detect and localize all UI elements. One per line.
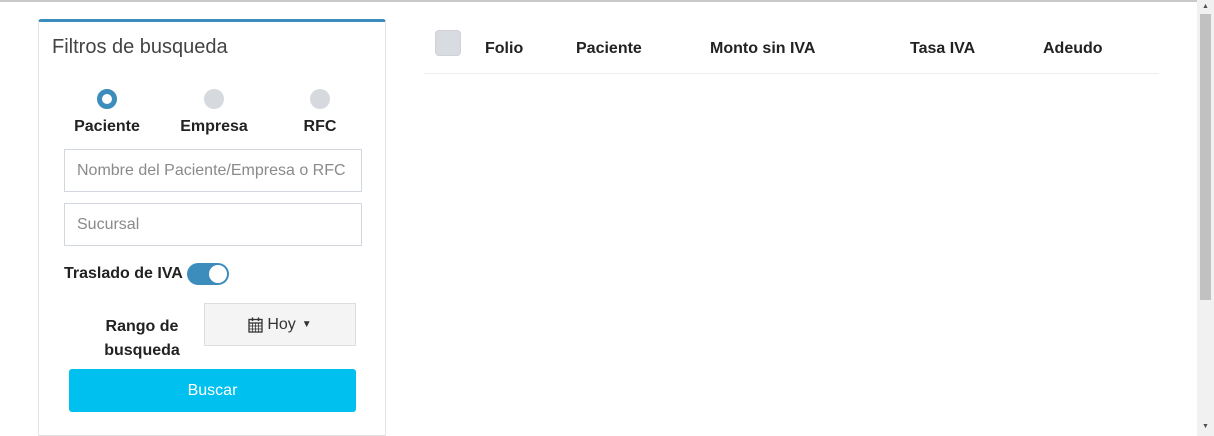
iva-transfer-label: Traslado de IVA xyxy=(64,265,183,282)
column-monto-sin-iva[interactable]: Monto sin IVA xyxy=(710,40,815,58)
range-label: Rango de busqueda xyxy=(104,318,180,359)
date-range-button[interactable]: Hoy ▼ xyxy=(204,303,356,346)
table-header: Folio Paciente Monto sin IVA Tasa IVA Ad… xyxy=(424,27,1159,74)
column-paciente[interactable]: Paciente xyxy=(576,40,642,58)
toggle-knob xyxy=(208,265,227,283)
filters-title: Filtros de busqueda xyxy=(52,36,228,58)
scroll-thumb[interactable] xyxy=(1200,14,1211,300)
filters-panel: Filtros de busqueda Paciente Empresa RFC… xyxy=(38,19,386,436)
branch-input[interactable] xyxy=(64,203,362,246)
scroll-up-icon[interactable]: ▲ xyxy=(1197,1,1214,13)
radio-rfc-button[interactable] xyxy=(310,89,330,109)
radio-rfc[interactable]: RFC xyxy=(275,89,365,136)
radio-paciente-button[interactable] xyxy=(97,89,117,109)
column-adeudo[interactable]: Adeudo xyxy=(1043,40,1103,58)
radio-empresa[interactable]: Empresa xyxy=(169,89,259,136)
radio-empresa-label: Empresa xyxy=(180,118,248,135)
scroll-down-icon[interactable]: ▼ xyxy=(1197,421,1214,433)
caret-down-icon: ▼ xyxy=(301,319,312,330)
top-border xyxy=(0,0,1214,2)
column-folio[interactable]: Folio xyxy=(485,40,523,58)
search-input[interactable] xyxy=(64,149,362,192)
iva-transfer-toggle[interactable] xyxy=(186,263,229,285)
radio-paciente-label: Paciente xyxy=(74,118,140,135)
radio-empresa-button[interactable] xyxy=(204,89,224,109)
search-button[interactable]: Buscar xyxy=(69,369,356,412)
vertical-scrollbar[interactable]: ▲ ▼ xyxy=(1197,0,1214,436)
radio-paciente[interactable]: Paciente xyxy=(62,89,152,136)
calendar-icon xyxy=(248,317,263,333)
select-all-checkbox[interactable] xyxy=(435,30,461,56)
radio-rfc-label: RFC xyxy=(303,118,337,135)
iva-transfer-row: Traslado de IVA xyxy=(64,263,229,285)
column-tasa-iva[interactable]: Tasa IVA xyxy=(910,40,975,58)
date-range-value: Hoy xyxy=(267,315,296,333)
